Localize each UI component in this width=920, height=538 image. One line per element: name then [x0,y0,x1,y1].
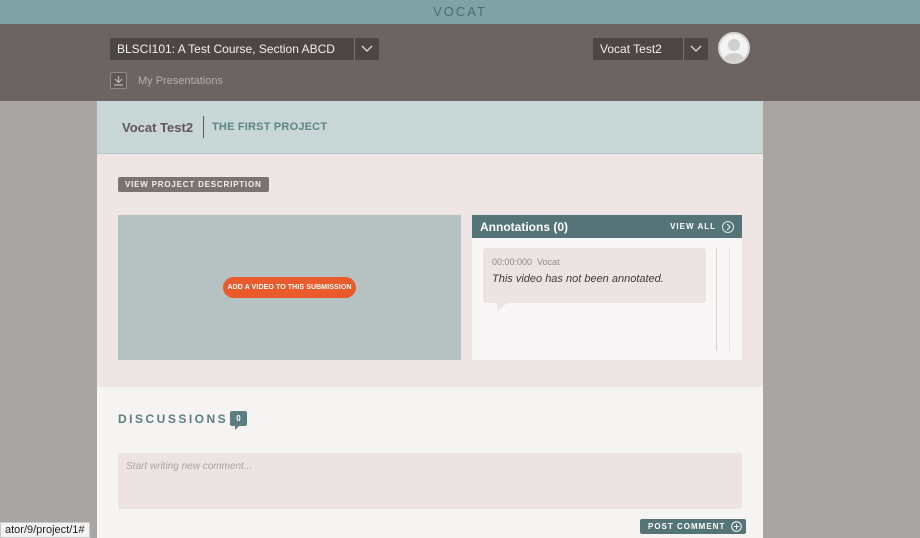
view-project-description-button[interactable]: VIEW PROJECT DESCRIPTION [118,177,269,192]
title-divider [203,116,204,138]
discussions-title: DISCUSSIONS [118,412,229,426]
user-select-label: Vocat Test2 [593,38,683,60]
annotation-text: This video has not been annotated. [492,273,664,285]
project-panel: Vocat Test2 THE FIRST PROJECT VIEW PROJE… [97,101,763,538]
annotation-time: 00:00:000 [492,257,533,267]
top-brand-bar: VOCAT [0,0,920,24]
comment-badge-icon: 0 [230,411,247,430]
course-select-label: BLSCI101: A Test Course, Section ABCD [110,38,354,60]
project-name[interactable]: THE FIRST PROJECT [212,121,327,133]
app-header: BLSCI101: A Test Course, Section ABCD Vo… [0,24,920,101]
post-comment-button[interactable]: POST COMMENT [640,519,747,534]
user-select[interactable]: Vocat Test2 [593,38,708,60]
my-presentations-link[interactable]: My Presentations [110,72,223,89]
download-icon [110,72,127,89]
annotations-header: Annotations (0) VIEW ALL [472,215,742,238]
annotation-author: Vocat [537,257,560,267]
annotations-title: Annotations (0) [480,219,568,234]
plus-circle-icon [731,521,743,532]
chevron-down-icon[interactable] [354,38,379,60]
course-select[interactable]: BLSCI101: A Test Course, Section ABCD [110,38,379,60]
browser-status-url: ator/9/project/1# [0,522,90,538]
annotation-meta: 00:00:000 Vocat [492,257,560,267]
chevron-down-icon[interactable] [683,38,708,60]
video-player-area: ADD A VIDEO TO THIS SUBMISSION [118,215,461,360]
project-title-bar: Vocat Test2 THE FIRST PROJECT [97,101,763,154]
add-video-button[interactable]: ADD A VIDEO TO THIS SUBMISSION [223,277,356,298]
annotations-scrollbar[interactable] [716,248,730,351]
my-presentations-label: My Presentations [138,74,223,87]
arrow-right-circle-icon[interactable] [722,220,734,233]
annotation-item[interactable]: 00:00:000 Vocat This video has not been a… [483,248,706,312]
user-avatar-icon[interactable] [718,32,750,64]
new-comment-input[interactable] [118,453,742,509]
discussions-section: DISCUSSIONS 0 POST COMMENT [97,387,763,538]
brand-logo: VOCAT [433,4,487,19]
annotations-panel: Annotations (0) VIEW ALL 00:00:000 Vocat … [472,215,742,360]
view-all-link[interactable]: VIEW ALL [670,222,716,231]
post-comment-label: POST COMMENT [648,522,726,531]
submission-user-name: Vocat Test2 [122,120,194,135]
speech-bubble-tail [497,303,507,312]
